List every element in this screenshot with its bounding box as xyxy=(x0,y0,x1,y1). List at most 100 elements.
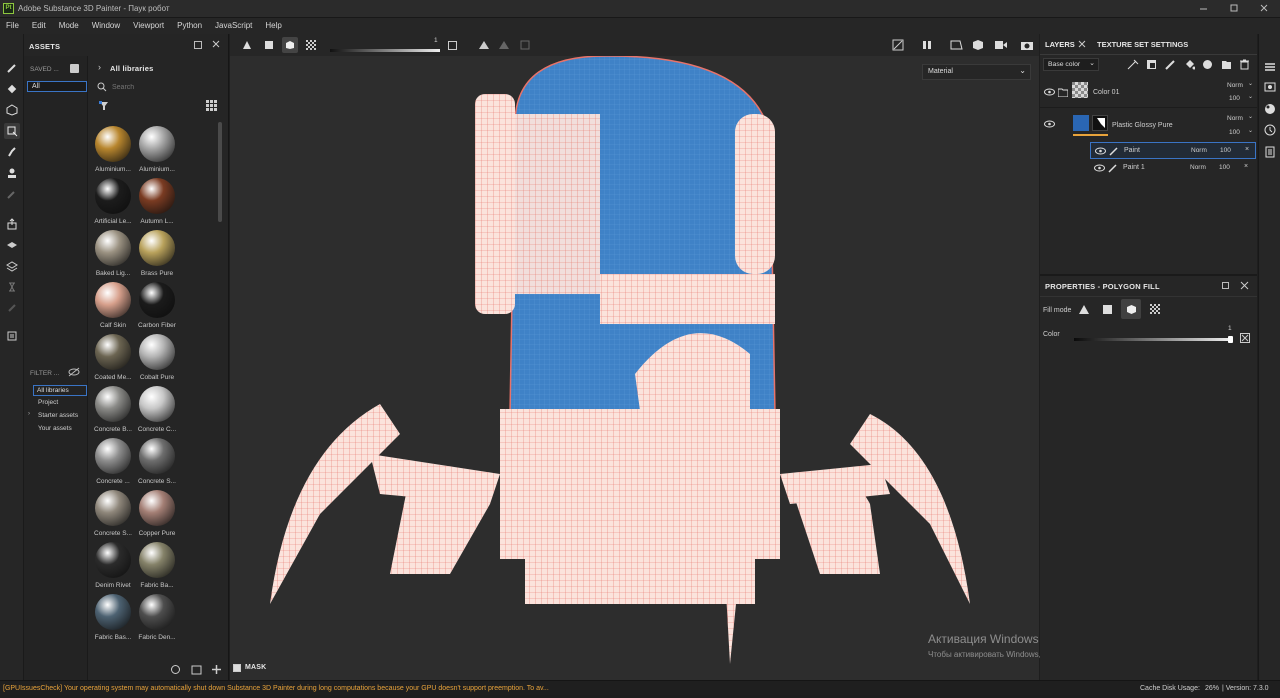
search-input[interactable] xyxy=(112,81,222,93)
fill-cube-icon[interactable] xyxy=(1121,299,1141,319)
material-tile[interactable]: Fabric Den... xyxy=(137,594,177,641)
shader-settings-icon[interactable] xyxy=(1264,103,1276,117)
material-tile[interactable]: Baked Lig... xyxy=(93,230,133,277)
mask-toggle[interactable] xyxy=(233,664,241,672)
material-tile[interactable]: Coated Me... xyxy=(93,334,133,381)
material-mode-dropdown[interactable]: Material ⌄ xyxy=(922,64,1031,80)
script-icon[interactable] xyxy=(4,300,20,316)
add-effect-icon[interactable] xyxy=(1127,59,1139,72)
maximize-icon[interactable] xyxy=(1226,2,1242,14)
menu-python[interactable]: Python xyxy=(171,18,209,30)
opacity-value[interactable]: 100 xyxy=(1229,95,1240,102)
mode-checker-icon[interactable] xyxy=(306,40,316,52)
filter-brush-icon[interactable] xyxy=(98,100,110,112)
video-camera-icon[interactable] xyxy=(994,40,1008,52)
material-tile[interactable]: Fabric Ba... xyxy=(137,542,177,589)
material-tile[interactable]: Artificial Le... xyxy=(93,178,133,225)
material-tile[interactable]: Concrete S... xyxy=(137,438,177,485)
layers-panel-icon[interactable] xyxy=(1264,62,1276,74)
mode-cube-icon[interactable] xyxy=(282,37,298,53)
breadcrumb[interactable]: All libraries xyxy=(110,64,153,73)
log-panel-icon[interactable] xyxy=(1264,146,1276,160)
filter-item-your-assets[interactable]: Your assets xyxy=(38,425,72,432)
material-tile[interactable]: Aluminium... xyxy=(137,126,177,173)
viewport[interactable]: MASK Активация Windows Чтобы активироват… xyxy=(230,34,1170,680)
material-tile[interactable]: Carbon Fiber xyxy=(137,282,177,329)
material-tile[interactable]: Fabric Bas... xyxy=(93,594,133,641)
material-tile[interactable]: Aluminium... xyxy=(93,126,133,173)
stack-icon[interactable] xyxy=(4,258,20,274)
tab-layers[interactable]: LAYERS xyxy=(1045,34,1075,54)
material-tile[interactable]: Concrete S... xyxy=(93,490,133,537)
clone-stamp-icon[interactable] xyxy=(4,165,20,181)
transform-icon[interactable] xyxy=(520,40,530,52)
menu-viewport[interactable]: Viewport xyxy=(127,18,171,30)
close-panel-icon[interactable] xyxy=(1240,281,1249,292)
filter-item-project[interactable]: Project xyxy=(38,399,58,406)
mode-square-icon[interactable] xyxy=(264,40,274,52)
close-tab-icon[interactable] xyxy=(1078,40,1086,50)
sublayer-row-paint[interactable]: Paint Norm 100 × xyxy=(1090,142,1256,159)
projection-icon[interactable] xyxy=(4,102,20,118)
add-fill-layer-icon[interactable] xyxy=(1184,59,1196,72)
color-slider[interactable] xyxy=(1074,338,1232,341)
material-tile[interactable]: Calf Skin xyxy=(93,282,133,329)
hide-ui-icon[interactable] xyxy=(892,39,904,53)
opacity-value[interactable]: 100 xyxy=(1219,164,1230,171)
eye-icon[interactable] xyxy=(1095,147,1106,157)
menu-edit[interactable]: Edit xyxy=(26,18,53,30)
minimize-icon[interactable] xyxy=(1196,2,1212,14)
filter-item-all-libraries[interactable]: All libraries xyxy=(33,385,87,396)
pause-icon[interactable] xyxy=(922,40,932,52)
save-icon[interactable] xyxy=(70,64,79,73)
layer-row-plastic-glossy-pure[interactable]: Plastic Glossy Pure Norm 100 ⌄ ⌄ xyxy=(1040,109,1257,141)
material-tile[interactable]: Concrete B... xyxy=(93,386,133,433)
display-cube-icon[interactable] xyxy=(972,39,984,53)
add-asset-icon[interactable] xyxy=(211,664,222,675)
status-message[interactable]: [GPUIssuesCheck] Your operating system m… xyxy=(3,685,549,692)
dock-icon[interactable] xyxy=(194,41,202,49)
fill-checker-icon[interactable] xyxy=(1150,304,1161,317)
menu-file[interactable]: File xyxy=(0,18,26,30)
opacity-value[interactable]: 100 xyxy=(1229,129,1240,136)
material-tile[interactable]: Concrete C... xyxy=(137,386,177,433)
lazy-mouse-icon[interactable] xyxy=(498,40,510,52)
color-picker-icon[interactable] xyxy=(4,186,20,202)
add-paint-layer-icon[interactable] xyxy=(1165,59,1176,72)
bake-icon[interactable] xyxy=(4,237,20,253)
material-tile[interactable]: Concrete ... xyxy=(93,438,133,485)
dock-icon[interactable] xyxy=(1222,282,1229,289)
filter-expand-icon[interactable]: › xyxy=(28,411,30,417)
material-tile[interactable]: Autumn L... xyxy=(137,178,177,225)
add-mask-icon[interactable] xyxy=(1146,59,1157,72)
smudge-icon[interactable] xyxy=(4,144,20,160)
display-settings-icon[interactable] xyxy=(1264,82,1276,95)
menu-javascript[interactable]: JavaScript xyxy=(209,18,259,30)
opacity-value[interactable]: 100 xyxy=(1220,147,1231,154)
slider-reset-icon[interactable] xyxy=(448,41,457,50)
close-panel-icon[interactable] xyxy=(211,39,221,49)
material-tile[interactable]: Denim Rivet xyxy=(93,542,133,589)
opacity-slider[interactable] xyxy=(330,49,440,52)
symmetry-icon[interactable] xyxy=(478,40,490,52)
export-icon[interactable] xyxy=(4,216,20,232)
hide-filter-icon[interactable] xyxy=(68,367,80,377)
channel-dropdown[interactable]: Base color ⌄ xyxy=(1043,58,1099,71)
new-folder-icon[interactable] xyxy=(191,664,202,675)
add-smart-material-icon[interactable] xyxy=(1202,59,1213,72)
color-reset-icon[interactable] xyxy=(1240,333,1250,343)
refresh-icon[interactable] xyxy=(170,664,181,675)
menu-window[interactable]: Window xyxy=(86,18,127,30)
breadcrumb-arrow-icon[interactable]: › xyxy=(98,62,101,72)
menu-help[interactable]: Help xyxy=(259,18,288,30)
history-icon[interactable] xyxy=(1264,124,1276,138)
assets-scrollbar[interactable] xyxy=(218,122,222,222)
mode-triangle-icon[interactable] xyxy=(242,40,252,52)
remove-icon[interactable]: × xyxy=(1244,163,1248,170)
remove-icon[interactable]: × xyxy=(1245,146,1249,153)
blend-mode[interactable]: Norm xyxy=(1191,147,1207,154)
history-icon[interactable] xyxy=(4,279,20,295)
add-folder-icon[interactable] xyxy=(1221,59,1232,72)
blend-mode[interactable]: Norm xyxy=(1190,164,1206,171)
material-tile[interactable]: Brass Pure xyxy=(137,230,177,277)
